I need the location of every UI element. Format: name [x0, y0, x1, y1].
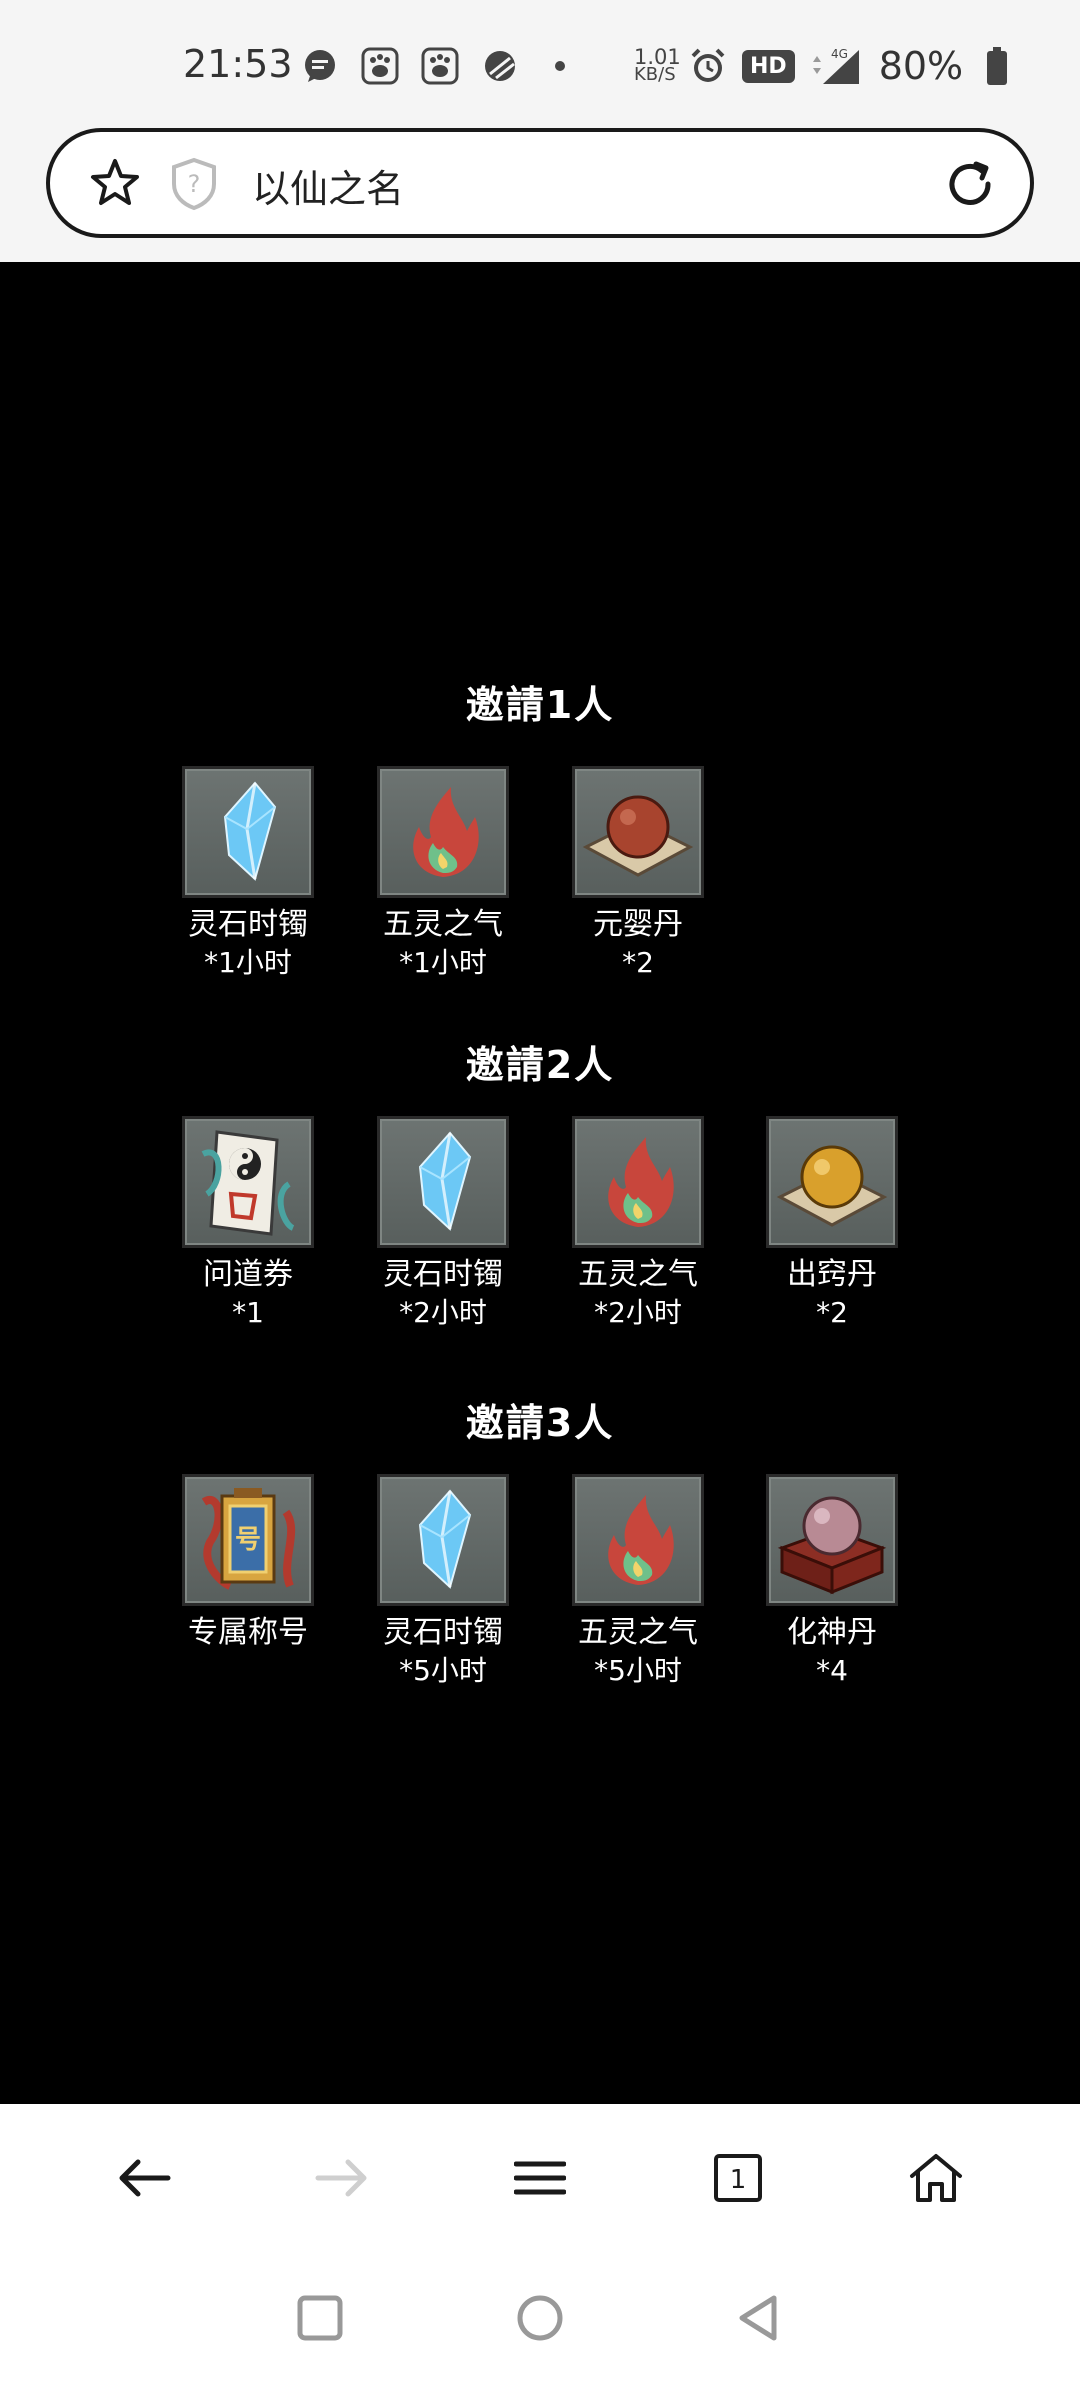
svg-text:?: ? — [188, 170, 201, 198]
browser-bottom-bar: 1 — [0, 2104, 1080, 2248]
crystal-icon — [377, 1116, 509, 1248]
back-arrow-icon[interactable] — [114, 2148, 174, 2208]
five-spirit-flame-icon — [572, 1116, 704, 1248]
svg-text:1: 1 — [730, 2165, 747, 2195]
group-title-2: 邀請2人 — [465, 1043, 615, 1087]
forward-arrow-icon[interactable] — [312, 2148, 372, 2208]
item-qty: *1小时 — [204, 946, 292, 979]
reward-item: 问道券 *1 — [153, 1116, 343, 1332]
svg-text:4G: 4G — [831, 47, 848, 61]
reward-item: 灵石时镯 *2小时 — [348, 1116, 538, 1332]
item-name: 灵石时镯 — [383, 1615, 503, 1650]
item-name: 灵石时镯 — [188, 907, 308, 942]
item-name: 五灵之气 — [578, 1257, 698, 1292]
item-name: 五灵之气 — [578, 1615, 698, 1650]
recents-square-icon[interactable] — [290, 2288, 350, 2348]
group-title-1: 邀請1人 — [465, 683, 615, 727]
web-content: 邀請1人 灵石时镯 *1小时 五灵之气 *1小时 元婴丹 *2 邀請2人 问道券… — [0, 262, 1080, 2104]
more-dot-icon — [540, 46, 580, 86]
group-title-3: 邀請3人 — [465, 1401, 615, 1445]
svg-text:号: 号 — [235, 1525, 261, 1555]
item-name: 五灵之气 — [383, 907, 503, 942]
security-shield-icon[interactable]: ? — [168, 156, 220, 212]
back-triangle-icon[interactable] — [730, 2288, 790, 2348]
item-qty: *5小时 — [399, 1654, 487, 1687]
tabs-icon[interactable]: 1 — [708, 2148, 768, 2208]
reward-item: 出窍丹 *2 — [737, 1116, 927, 1332]
home-circle-icon[interactable] — [510, 2288, 570, 2348]
crystal-icon — [182, 766, 314, 898]
baidu-paw-icon — [420, 46, 460, 86]
alarm-icon — [688, 46, 728, 86]
item-qty: *1小时 — [399, 946, 487, 979]
item-qty: *2小时 — [594, 1296, 682, 1329]
item-name: 化神丹 — [787, 1615, 877, 1650]
reward-item: 五灵之气 *1小时 — [348, 766, 538, 982]
item-qty: *2 — [816, 1296, 848, 1329]
item-qty: *4 — [816, 1654, 848, 1687]
reward-item: 灵石时镯 *5小时 — [348, 1474, 538, 1690]
reward-item: 元婴丹 *2 — [543, 766, 733, 982]
item-qty: *2小时 — [399, 1296, 487, 1329]
slashed-circle-icon — [480, 46, 520, 86]
title-plaque-icon: 号 — [182, 1474, 314, 1606]
status-time: 21:53 — [183, 42, 293, 86]
message-bubble-icon — [300, 46, 340, 86]
reward-item: 化神丹 *4 — [737, 1474, 927, 1690]
reward-item: 号 专属称号 — [153, 1474, 343, 1652]
crystal-icon — [377, 1474, 509, 1606]
status-bar: 21:53 1.01 KB/S HD 4G 80% — [0, 0, 1080, 120]
page-title[interactable]: 以仙之名 — [252, 158, 404, 213]
menu-icon[interactable] — [510, 2148, 570, 2208]
reload-icon[interactable] — [940, 154, 1000, 214]
five-spirit-flame-icon — [572, 1474, 704, 1606]
gold-pill-icon — [766, 1116, 898, 1248]
cellular-signal-icon: 4G — [809, 46, 865, 86]
reward-item: 五灵之气 *2小时 — [543, 1116, 733, 1332]
item-name: 专属称号 — [188, 1615, 308, 1650]
hd-badge: HD — [742, 49, 795, 83]
item-name: 灵石时镯 — [383, 1257, 503, 1292]
reward-item: 灵石时镯 *1小时 — [153, 766, 343, 982]
network-speed: 1.01 KB/S — [634, 45, 681, 85]
item-name: 问道券 — [203, 1257, 293, 1292]
taoist-ticket-icon — [182, 1116, 314, 1248]
battery-icon — [977, 46, 1017, 86]
item-name: 出窍丹 — [787, 1257, 877, 1292]
address-bar[interactable]: ? 以仙之名 — [46, 128, 1034, 238]
item-qty: *2 — [622, 946, 654, 979]
red-pill-icon — [572, 766, 704, 898]
bookmark-star-icon[interactable] — [88, 156, 142, 210]
item-name: 元婴丹 — [593, 907, 683, 942]
browser-toolbar: ? 以仙之名 — [0, 120, 1080, 262]
home-icon[interactable] — [906, 2148, 966, 2208]
reward-item: 五灵之气 *5小时 — [543, 1474, 733, 1690]
purple-pill-box-icon — [766, 1474, 898, 1606]
system-nav-bar — [0, 2248, 1080, 2400]
notification-icons — [300, 46, 580, 86]
item-qty: *5小时 — [594, 1654, 682, 1687]
five-spirit-flame-icon — [377, 766, 509, 898]
baidu-paw-icon — [360, 46, 400, 86]
system-icons: 1.01 KB/S HD 4G 80% — [634, 44, 1017, 88]
item-qty: *1 — [232, 1296, 264, 1329]
battery-percent: 80% — [878, 44, 964, 88]
